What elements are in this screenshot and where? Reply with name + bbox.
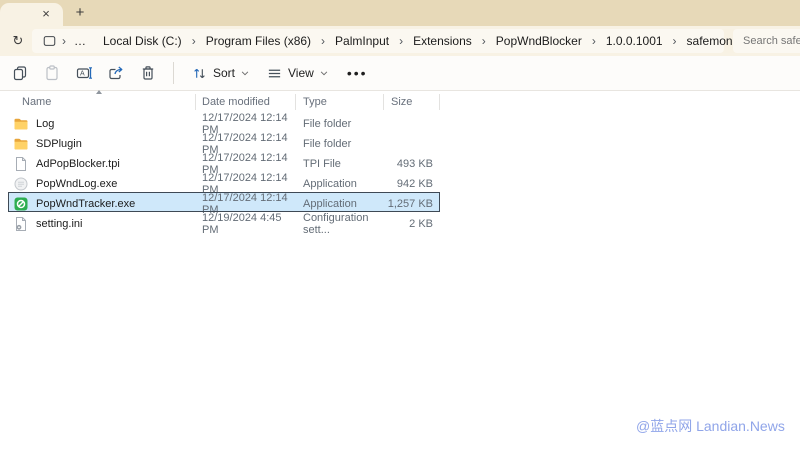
- file-type: File folder: [296, 138, 384, 150]
- see-more-button[interactable]: •••: [337, 65, 378, 81]
- file-name: setting.ini: [36, 218, 82, 230]
- file-name: PopWndLog.exe: [36, 178, 117, 190]
- file-size: 2 KB: [384, 218, 440, 230]
- tab-close-icon[interactable]: ×: [38, 6, 54, 22]
- share-icon: [107, 64, 125, 82]
- breadcrumb-item-program-files[interactable]: Program Files (x86): [197, 34, 320, 48]
- new-tab-button[interactable]: +: [71, 4, 89, 22]
- delete-icon: [139, 64, 157, 82]
- chevron-down-icon: [320, 71, 328, 76]
- file-type: Configuration sett...: [296, 212, 384, 236]
- column-headers: Name Date modified Type Size: [8, 92, 440, 112]
- file-type: Application: [296, 198, 384, 210]
- watermark: @蓝点网 Landian.News: [636, 416, 785, 436]
- search-box: [733, 29, 800, 53]
- column-header-size[interactable]: Size: [384, 94, 440, 110]
- sort-icon: [192, 66, 207, 81]
- tab-strip: × +: [0, 0, 800, 26]
- breadcrumb-item-local-disk[interactable]: Local Disk (C:): [94, 34, 191, 48]
- view-icon: [267, 66, 282, 81]
- rename-icon: A: [75, 64, 93, 82]
- application-icon-green: [13, 196, 29, 212]
- file-icon: [13, 156, 29, 172]
- column-header-type[interactable]: Type: [296, 94, 384, 110]
- explorer-tab[interactable]: ×: [0, 3, 63, 26]
- svg-text:A: A: [80, 71, 85, 78]
- breadcrumb: › … Local Disk (C:) › Program Files (x86…: [32, 29, 724, 53]
- sort-ascending-icon: [96, 90, 102, 94]
- view-label: View: [288, 66, 314, 80]
- file-name: Log: [36, 118, 54, 130]
- copy-icon: [11, 64, 29, 82]
- copy-button[interactable]: [4, 60, 36, 87]
- breadcrumb-item-extensions[interactable]: Extensions: [404, 34, 481, 48]
- file-row-adpopblocker[interactable]: AdPopBlocker.tpi 12/17/2024 12:14 PM TPI…: [8, 152, 440, 172]
- breadcrumb-item-version[interactable]: 1.0.0.1001: [597, 34, 672, 48]
- file-type: File folder: [296, 118, 384, 130]
- file-date: 12/19/2024 4:45 PM: [196, 212, 296, 236]
- file-size: 942 KB: [384, 178, 440, 190]
- sort-label: Sort: [213, 66, 235, 80]
- breadcrumb-item-palminput[interactable]: PalmInput: [326, 34, 398, 48]
- file-row-popwndlog[interactable]: PopWndLog.exe 12/17/2024 12:14 PM Applic…: [8, 172, 440, 192]
- config-file-icon: [13, 216, 29, 232]
- file-list: Log 12/17/2024 12:14 PM File folder SDPl…: [8, 112, 440, 232]
- chevron-down-icon: [241, 71, 249, 76]
- paste-button[interactable]: [36, 60, 68, 87]
- application-icon-gray: [13, 176, 29, 192]
- file-type: TPI File: [296, 158, 384, 170]
- address-bar: ↻ › … Local Disk (C:) › Program Files (x…: [0, 26, 800, 56]
- refresh-icon[interactable]: ↻: [8, 31, 28, 51]
- breadcrumb-item-safemon[interactable]: safemon: [678, 34, 742, 48]
- file-row-log[interactable]: Log 12/17/2024 12:14 PM File folder: [8, 112, 440, 132]
- command-toolbar: A Sort View •••: [0, 56, 800, 91]
- rename-button[interactable]: A: [68, 60, 100, 87]
- column-header-date-modified[interactable]: Date modified: [196, 94, 296, 110]
- breadcrumb-item-popwndblocker[interactable]: PopWndBlocker: [487, 34, 591, 48]
- file-name: AdPopBlocker.tpi: [36, 158, 120, 170]
- file-name: SDPlugin: [36, 138, 82, 150]
- toolbar-divider: [173, 62, 174, 84]
- folder-icon: [13, 136, 29, 152]
- paste-icon: [43, 64, 61, 82]
- file-row-sdplugin[interactable]: SDPlugin 12/17/2024 12:14 PM File folder: [8, 132, 440, 152]
- delete-button[interactable]: [132, 60, 164, 87]
- monitor-icon[interactable]: [40, 34, 61, 48]
- column-header-name-label: Name: [22, 96, 51, 108]
- search-input[interactable]: [733, 29, 800, 53]
- file-explorer-window: { "tab_bar": { "close_icon": "×", "new_t…: [0, 0, 800, 450]
- folder-icon: [13, 116, 29, 132]
- breadcrumb-overflow-button[interactable]: …: [67, 34, 94, 48]
- file-size: 1,257 KB: [384, 198, 440, 210]
- view-button[interactable]: View: [258, 60, 337, 87]
- sort-button[interactable]: Sort: [183, 60, 258, 87]
- file-type: Application: [296, 178, 384, 190]
- column-header-name[interactable]: Name: [8, 94, 196, 110]
- file-name: PopWndTracker.exe: [36, 198, 135, 210]
- share-button[interactable]: [100, 60, 132, 87]
- file-row-setting-ini[interactable]: setting.ini 12/19/2024 4:45 PM Configura…: [8, 212, 440, 232]
- file-row-popwndtracker-selected[interactable]: PopWndTracker.exe 12/17/2024 12:14 PM Ap…: [8, 192, 440, 212]
- file-size: 493 KB: [384, 158, 440, 170]
